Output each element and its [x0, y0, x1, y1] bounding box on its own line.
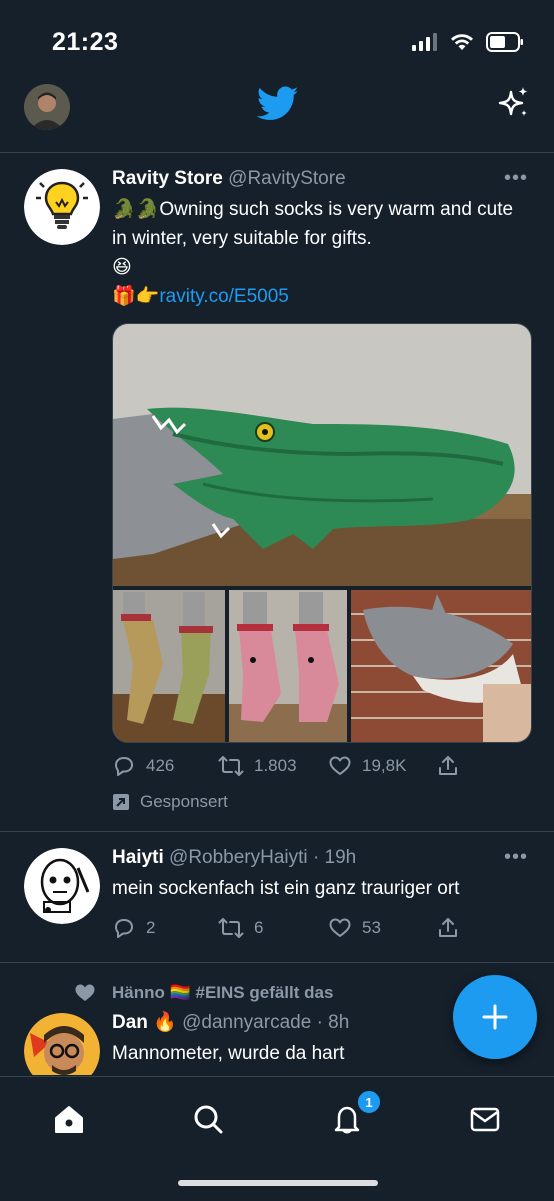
- like-action[interactable]: 53: [328, 916, 436, 940]
- tweet-text-main: Owning such socks is very warm and cute …: [112, 199, 514, 249]
- compose-tweet-button[interactable]: [453, 975, 537, 1059]
- tab-home[interactable]: [47, 1097, 91, 1141]
- signal-icon: [412, 33, 437, 51]
- reply-action[interactable]: 2: [112, 916, 218, 940]
- tweet-time[interactable]: · 8h: [317, 1012, 350, 1033]
- media-image-bird-socks[interactable]: [229, 590, 347, 742]
- avatar-ravity[interactable]: [24, 169, 100, 245]
- reply-count: 2: [146, 918, 156, 937]
- retweet-count: 6: [254, 918, 264, 937]
- laughing-emoji: 😆: [112, 257, 132, 278]
- share-icon[interactable]: [436, 916, 460, 940]
- sparkle-icon[interactable]: [498, 86, 530, 125]
- heart-filled-icon: [75, 984, 95, 1001]
- status-bar: 21:23: [0, 0, 554, 80]
- profile-avatar[interactable]: [24, 84, 70, 130]
- avatar-dan[interactable]: [24, 1013, 100, 1075]
- tweet-text: 🐊🐊Owning such socks is very warm and cut…: [112, 195, 530, 311]
- notifications-badge: 1: [356, 1089, 382, 1115]
- twitter-logo-icon[interactable]: [256, 86, 299, 127]
- like-count: 53: [362, 918, 381, 937]
- tweet-text: mein sockenfach ist ein ganz trauriger o…: [112, 878, 460, 899]
- heart-icon[interactable]: [328, 754, 352, 778]
- retweet-icon[interactable]: [218, 754, 244, 778]
- tab-messages[interactable]: [463, 1097, 507, 1141]
- tweet-author-handle[interactable]: @dannyarcade: [182, 1012, 311, 1033]
- home-indicator: [178, 1180, 378, 1186]
- tweet-link[interactable]: ravity.co/E5005: [159, 286, 289, 307]
- tweet-media-grid[interactable]: [112, 323, 532, 743]
- battery-icon: [486, 32, 523, 52]
- like-action[interactable]: 19,8K: [328, 754, 436, 778]
- retweet-action[interactable]: 1.803: [218, 754, 328, 778]
- avatar-haiyti[interactable]: [24, 848, 100, 924]
- share-action[interactable]: [436, 916, 460, 940]
- tab-search[interactable]: [186, 1097, 230, 1141]
- retweet-action[interactable]: 6: [218, 916, 328, 940]
- status-time: 21:23: [52, 28, 119, 56]
- tweet-actions: 2 6 53: [112, 916, 460, 940]
- tweet-author-handle[interactable]: @RavityStore: [228, 168, 346, 189]
- top-bar: [0, 80, 554, 153]
- tweet-haiyti[interactable]: ••• Haiyti @RobberyHaiyti · 19h mein soc…: [0, 832, 554, 963]
- social-context: Hänno 🏳️‍🌈 #EINS gefällt das: [72, 981, 333, 1005]
- tweet-time[interactable]: · 19h: [313, 847, 356, 868]
- retweet-count: 1.803: [254, 756, 297, 775]
- media-image-crocodile-sock[interactable]: [113, 324, 531, 586]
- tweet-author-name[interactable]: Dan 🔥: [112, 1012, 177, 1033]
- gift-pointing-emoji: 🎁👉: [112, 286, 160, 307]
- home-icon[interactable]: [53, 1103, 85, 1135]
- status-icons: [412, 32, 524, 52]
- tweet-ravity[interactable]: ••• Ravity Store @RavityStore 🐊🐊Owning s…: [0, 153, 554, 832]
- tweet-actions: 426 1.803 19,8K: [112, 754, 460, 778]
- search-icon[interactable]: [192, 1103, 224, 1135]
- sponsored-label: Gesponsert: [112, 792, 228, 812]
- reply-action[interactable]: 426: [112, 754, 218, 778]
- reply-count: 426: [146, 756, 175, 775]
- liked-by-text[interactable]: Hänno 🏳️‍🌈 #EINS gefällt das: [112, 983, 333, 1003]
- reply-icon[interactable]: [112, 916, 136, 940]
- promoted-icon: [113, 794, 129, 810]
- wifi-icon: [451, 34, 473, 50]
- tweet-author-name[interactable]: Ravity Store: [112, 168, 223, 189]
- mail-icon[interactable]: [469, 1103, 501, 1135]
- sponsored-text: Gesponsert: [140, 792, 228, 811]
- like-count: 19,8K: [362, 756, 407, 775]
- media-image-shark-sock[interactable]: [351, 590, 531, 742]
- crocodile-emoji: 🐊🐊: [112, 199, 160, 220]
- plus-icon: [482, 1004, 508, 1030]
- retweet-icon[interactable]: [218, 916, 244, 940]
- media-image-dinosaur-socks[interactable]: [113, 590, 225, 742]
- tweet-author-name[interactable]: Haiyti: [112, 847, 164, 868]
- tweet-author-handle[interactable]: @RobberyHaiyti: [169, 847, 308, 868]
- reply-icon[interactable]: [112, 754, 136, 778]
- share-icon[interactable]: [436, 754, 460, 778]
- share-action[interactable]: [436, 754, 460, 778]
- heart-icon[interactable]: [328, 916, 352, 940]
